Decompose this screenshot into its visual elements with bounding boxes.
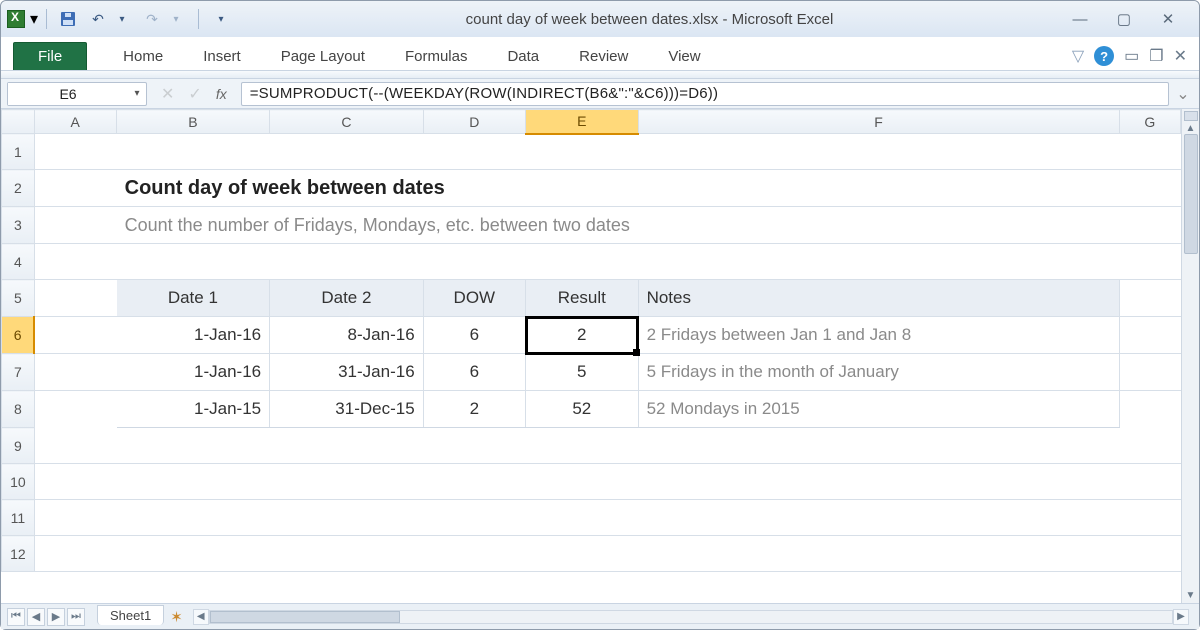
tab-insert[interactable]: Insert (183, 43, 261, 70)
cell[interactable]: 31-Jan-16 (270, 354, 423, 390)
ribbon-tabs: File Home Insert Page Layout Formulas Da… (1, 37, 1199, 71)
cell[interactable]: 1-Jan-16 (117, 317, 270, 353)
col-header-E[interactable]: E (526, 110, 639, 134)
last-sheet-icon[interactable]: ⏭ (67, 608, 85, 626)
ribbon-minimize-icon[interactable]: ▽ (1072, 46, 1084, 66)
row-header[interactable]: 9 (2, 428, 35, 464)
formula-bar-expand-icon[interactable]: ⌄ (1173, 84, 1193, 104)
help-icon[interactable]: ? (1094, 46, 1114, 66)
tab-page-layout[interactable]: Page Layout (261, 43, 385, 70)
cell[interactable]: 8-Jan-16 (270, 317, 423, 353)
col-header-B[interactable]: B (116, 110, 270, 134)
table-header: DOW (424, 280, 525, 316)
sheet-tab[interactable]: Sheet1 (97, 605, 164, 625)
col-header-G[interactable]: G (1119, 110, 1180, 134)
cell[interactable]: 1-Jan-15 (117, 391, 270, 427)
sheet-subtitle: Count the number of Fridays, Mondays, et… (117, 207, 1180, 243)
active-cell[interactable]: 2 (526, 317, 638, 353)
excel-icon (7, 10, 25, 28)
scroll-up-icon[interactable]: ▲ (1186, 123, 1196, 134)
name-box-dropdown[interactable]: ▾ (128, 88, 146, 99)
file-tab[interactable]: File (13, 42, 87, 70)
formula-bar-row: ▾ ✕ ✓ fx ⌄ (1, 79, 1199, 109)
cell[interactable]: 31-Dec-15 (270, 391, 423, 427)
cell[interactable]: 5 (526, 354, 638, 390)
fx-icon[interactable]: fx (216, 86, 227, 102)
scroll-down-icon[interactable]: ▼ (1186, 590, 1196, 601)
qat-customize-dropdown[interactable]: ▾ (210, 8, 232, 30)
minimize-icon[interactable]: — (1067, 10, 1093, 28)
table-header: Date 2 (270, 280, 423, 316)
undo-dropdown[interactable]: ▾ (111, 8, 133, 30)
cell[interactable]: 1-Jan-16 (117, 354, 270, 390)
cell[interactable]: 5 Fridays in the month of January (639, 354, 1119, 390)
next-sheet-icon[interactable]: ▶ (47, 608, 65, 626)
ribbon-collapsed-strip (1, 71, 1199, 79)
app-window: ▾ ↶ ▾ ↷ ▾ ▾ count day of week between da… (0, 0, 1200, 630)
tab-view[interactable]: View (648, 43, 720, 70)
tab-review[interactable]: Review (559, 43, 648, 70)
col-header-C[interactable]: C (270, 110, 424, 134)
cell[interactable]: 6 (424, 317, 525, 353)
table-header: Notes (639, 280, 1119, 316)
status-bar: ⏮ ◀ ▶ ⏭ Sheet1 ✶ ◀ ▶ (1, 603, 1199, 629)
table-header: Result (526, 280, 638, 316)
save-icon[interactable] (57, 8, 79, 30)
undo-icon[interactable]: ↶ (87, 8, 109, 30)
sheet-title: Count day of week between dates (117, 170, 1180, 206)
row-header[interactable]: 4 (2, 244, 35, 280)
vertical-scrollbar[interactable]: ▲ ▼ (1181, 109, 1199, 603)
row-header[interactable]: 8 (2, 391, 35, 428)
scrollbar-thumb[interactable] (1184, 134, 1198, 254)
select-all-corner[interactable] (2, 110, 35, 134)
row-header[interactable]: 11 (2, 500, 35, 536)
row-header[interactable]: 3 (2, 207, 35, 244)
scrollbar-thumb[interactable] (210, 611, 400, 623)
tab-formulas[interactable]: Formulas (385, 43, 488, 70)
row-header[interactable]: 6 (2, 317, 35, 354)
scroll-right-icon[interactable]: ▶ (1173, 609, 1189, 625)
app-menu-dropdown[interactable]: ▾ (28, 9, 40, 29)
doc-minimize-icon[interactable]: ▭ (1124, 46, 1139, 66)
col-header-F[interactable]: F (638, 110, 1119, 134)
row-header[interactable]: 7 (2, 354, 35, 391)
redo-icon[interactable]: ↷ (141, 8, 163, 30)
enter-formula-icon[interactable]: ✓ (188, 84, 201, 104)
close-icon[interactable]: ✕ (1155, 10, 1181, 28)
row-header[interactable]: 1 (2, 134, 35, 170)
window-title: count day of week between dates.xlsx - M… (232, 11, 1067, 28)
worksheet[interactable]: A B C D E F G 1 2 Count day of week betw… (1, 109, 1181, 603)
table-header: Date 1 (117, 280, 270, 316)
row-header[interactable]: 10 (2, 464, 35, 500)
horizontal-scrollbar[interactable]: ◀ ▶ (193, 609, 1189, 625)
tab-data[interactable]: Data (487, 43, 559, 70)
cell[interactable]: 6 (424, 354, 525, 390)
column-headers[interactable]: A B C D E F G (2, 110, 1181, 134)
doc-close-icon[interactable]: ✕ (1174, 46, 1187, 66)
row-header[interactable]: 12 (2, 536, 35, 572)
row-header[interactable]: 5 (2, 280, 35, 317)
col-header-D[interactable]: D (423, 110, 525, 134)
name-box[interactable] (8, 83, 128, 105)
sheet-nav[interactable]: ⏮ ◀ ▶ ⏭ (1, 608, 91, 626)
col-header-A[interactable]: A (34, 110, 116, 134)
tab-home[interactable]: Home (103, 43, 183, 70)
formula-input[interactable] (241, 82, 1169, 106)
cell[interactable]: 2 (424, 391, 525, 427)
cell[interactable]: 2 Fridays between Jan 1 and Jan 8 (639, 317, 1119, 353)
prev-sheet-icon[interactable]: ◀ (27, 608, 45, 626)
doc-restore-icon[interactable]: ❐ (1149, 46, 1163, 66)
new-sheet-icon[interactable]: ✶ (170, 608, 183, 626)
maximize-icon[interactable]: ▢ (1111, 10, 1137, 28)
split-handle[interactable] (1184, 111, 1198, 121)
titlebar: ▾ ↶ ▾ ↷ ▾ ▾ count day of week between da… (1, 1, 1199, 37)
redo-dropdown[interactable]: ▾ (165, 8, 187, 30)
row-header[interactable]: 2 (2, 170, 35, 207)
scroll-left-icon[interactable]: ◀ (193, 609, 209, 625)
cell[interactable]: 52 Mondays in 2015 (639, 391, 1119, 427)
cell[interactable]: 52 (526, 391, 638, 427)
cancel-formula-icon[interactable]: ✕ (161, 84, 174, 104)
first-sheet-icon[interactable]: ⏮ (7, 608, 25, 626)
